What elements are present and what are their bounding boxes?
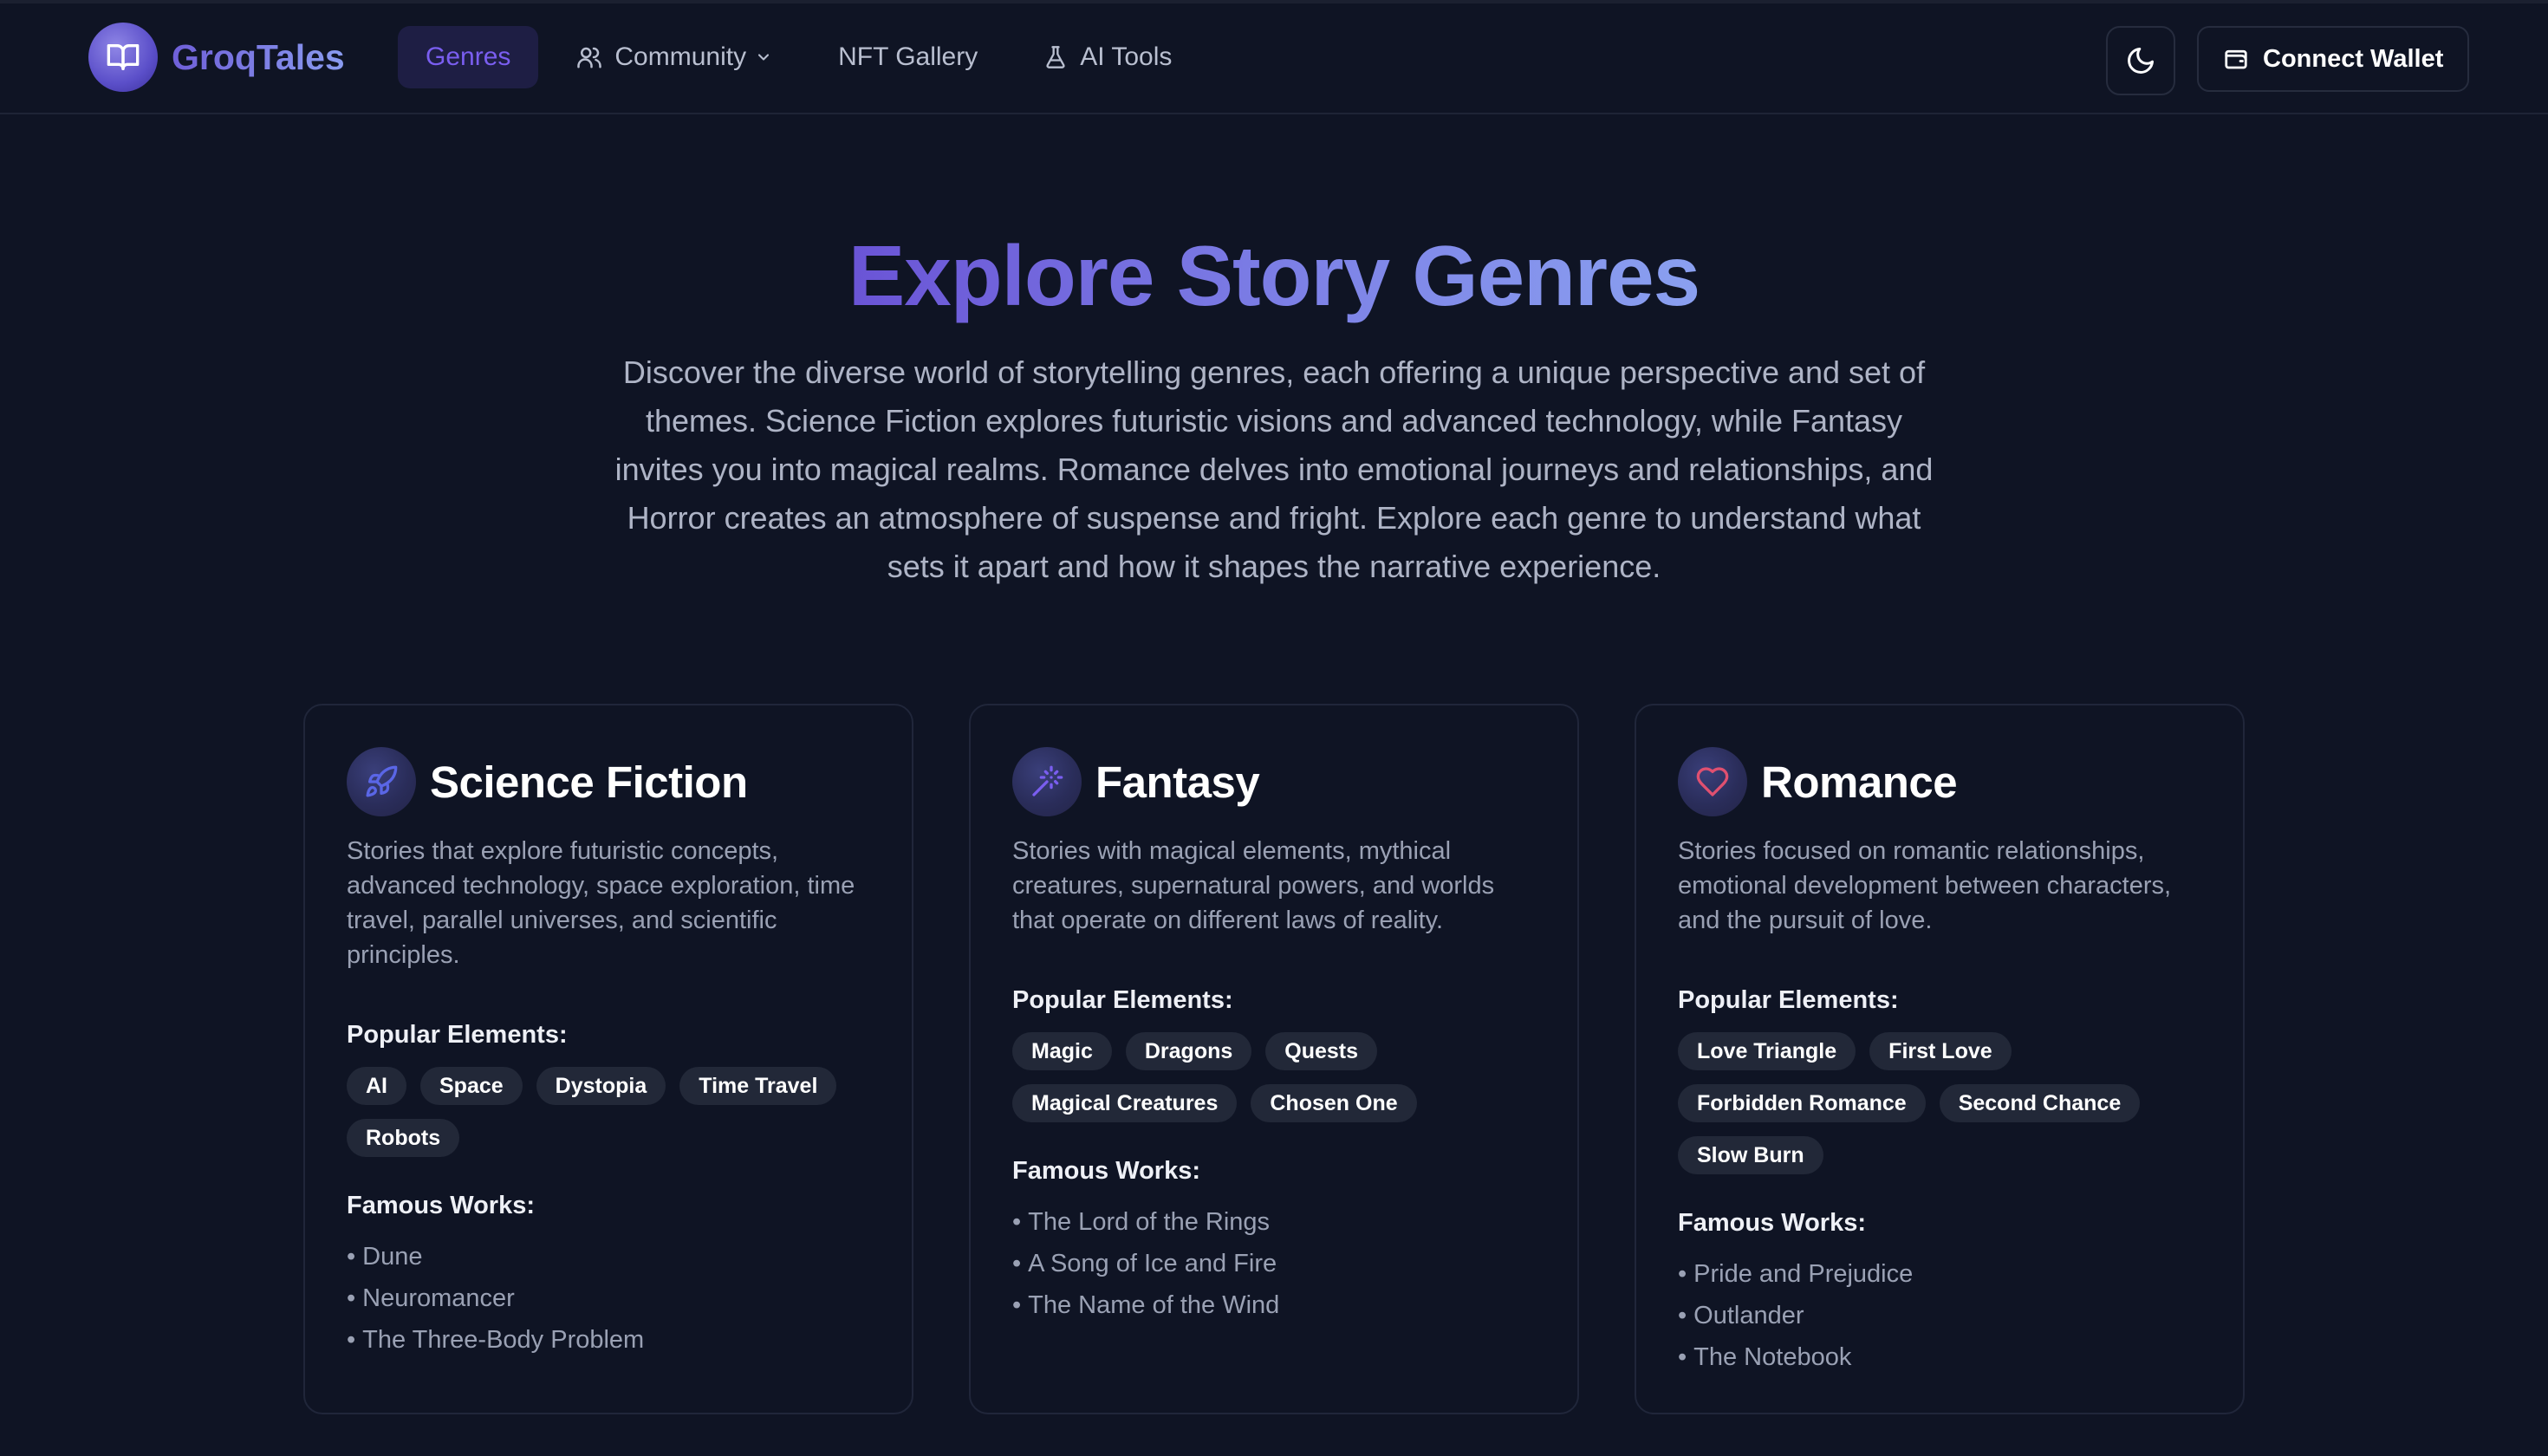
card-title: Science Fiction	[430, 757, 748, 807]
card-title: Fantasy	[1095, 757, 1260, 807]
nav-ai-tools-label: AI Tools	[1080, 42, 1173, 71]
heart-icon	[1678, 747, 1747, 816]
popular-elements-label: Popular Elements:	[1012, 986, 1233, 1014]
card-title: Romance	[1761, 757, 1958, 807]
tag[interactable]: Chosen One	[1251, 1084, 1417, 1122]
nav-community-label: Community	[614, 42, 747, 71]
brand-logo[interactable]: GroqTales	[88, 23, 345, 92]
genre-card-romance[interactable]: Romance Stories focused on romantic rela…	[1635, 704, 2245, 1414]
rocket-icon	[347, 747, 416, 816]
tag[interactable]: Space	[420, 1067, 523, 1105]
site-header: GroqTales Genres Community NFT Gallery A…	[0, 3, 2548, 114]
tag[interactable]: Time Travel	[679, 1067, 837, 1105]
list-item: • Neuromancer	[347, 1284, 515, 1312]
flask-icon	[1046, 46, 1065, 68]
list-item: • The Three-Body Problem	[347, 1326, 645, 1354]
theme-toggle-button[interactable]	[2106, 26, 2175, 95]
genre-card-science-fiction[interactable]: Science Fiction Stories that explore fut…	[303, 704, 913, 1414]
page-title: Explore Story Genres	[848, 228, 1700, 323]
tag[interactable]: First Love	[1869, 1032, 2012, 1070]
card-description: Stories focused on romantic relationship…	[1678, 837, 2172, 934]
tag[interactable]: Dystopia	[536, 1067, 666, 1105]
famous-works-label: Famous Works:	[347, 1192, 536, 1219]
nav-ai-tools[interactable]: AI Tools	[1016, 26, 1199, 88]
book-open-icon	[88, 23, 158, 92]
tag[interactable]: Forbidden Romance	[1678, 1084, 1926, 1122]
tag[interactable]: Second Chance	[1939, 1084, 2141, 1122]
card-description: Stories with magical elements, mythical …	[1012, 837, 1495, 934]
nav-genres[interactable]: Genres	[398, 26, 539, 88]
list-item: • The Name of the Wind	[1012, 1291, 1280, 1319]
brand-name: GroqTales	[172, 36, 345, 77]
main-nav: Genres Community NFT Gallery AI Tools	[398, 26, 1210, 88]
list-item: • The Lord of the Rings	[1012, 1208, 1271, 1236]
list-item: • A Song of Ice and Fire	[1012, 1250, 1277, 1277]
page-description: Discover the diverse world of storytelli…	[614, 354, 1934, 584]
tag[interactable]: Love Triangle	[1678, 1032, 1856, 1070]
card-header: Romance	[1678, 747, 2201, 816]
nav-genres-label: Genres	[426, 42, 511, 71]
famous-works-list: • Dune • Neuromancer • The Three-Body Probl…	[347, 1236, 870, 1361]
list-item: • Outlander	[1678, 1302, 1804, 1329]
connect-wallet-button[interactable]: Connect Wallet	[2197, 26, 2470, 92]
famous-works-label: Famous Works:	[1012, 1157, 1201, 1185]
connect-wallet-label: Connect Wallet	[2263, 44, 2444, 73]
users-icon	[577, 47, 602, 68]
list-item: • The Notebook	[1678, 1343, 1852, 1371]
tag[interactable]: Robots	[347, 1119, 460, 1157]
nav-nft-gallery[interactable]: NFT Gallery	[810, 26, 1005, 88]
famous-works-list: • The Lord of the Rings • A Song of Ice an…	[1012, 1201, 1536, 1326]
moon-icon	[2128, 48, 2154, 74]
tag[interactable]: AI	[347, 1067, 406, 1105]
tag[interactable]: Slow Burn	[1678, 1136, 1823, 1174]
nav-nft-gallery-label: NFT Gallery	[838, 42, 978, 71]
tag-list: AI Space Dystopia Time Travel Robots	[347, 1067, 870, 1171]
tag[interactable]: Magical Creatures	[1012, 1084, 1238, 1122]
list-item: • Dune	[347, 1243, 423, 1271]
famous-works-label: Famous Works:	[1678, 1209, 1867, 1237]
wand-icon	[1012, 747, 1082, 816]
tag-list: Magic Dragons Quests Magical Creatures C…	[1012, 1032, 1536, 1136]
tag[interactable]: Quests	[1265, 1032, 1378, 1070]
card-header: Science Fiction	[347, 747, 870, 816]
chevron-down-icon	[758, 54, 770, 61]
wallet-icon	[2225, 49, 2247, 69]
tag-list: Love Triangle First Love Forbidden Roman…	[1678, 1032, 2201, 1188]
popular-elements-label: Popular Elements:	[347, 1021, 568, 1049]
tag[interactable]: Magic	[1012, 1032, 1112, 1070]
list-item: • Pride and Prejudice	[1678, 1260, 1914, 1288]
genre-card-fantasy[interactable]: Fantasy Stories with magical elements, m…	[969, 704, 1579, 1414]
tag[interactable]: Dragons	[1125, 1032, 1252, 1070]
card-header: Fantasy	[1012, 747, 1536, 816]
famous-works-list: • Pride and Prejudice • Outlander • The Not…	[1678, 1253, 2201, 1378]
card-description: Stories that explore futuristic concepts…	[347, 837, 855, 969]
popular-elements-label: Popular Elements:	[1678, 986, 1899, 1014]
nav-community[interactable]: Community	[549, 26, 800, 88]
